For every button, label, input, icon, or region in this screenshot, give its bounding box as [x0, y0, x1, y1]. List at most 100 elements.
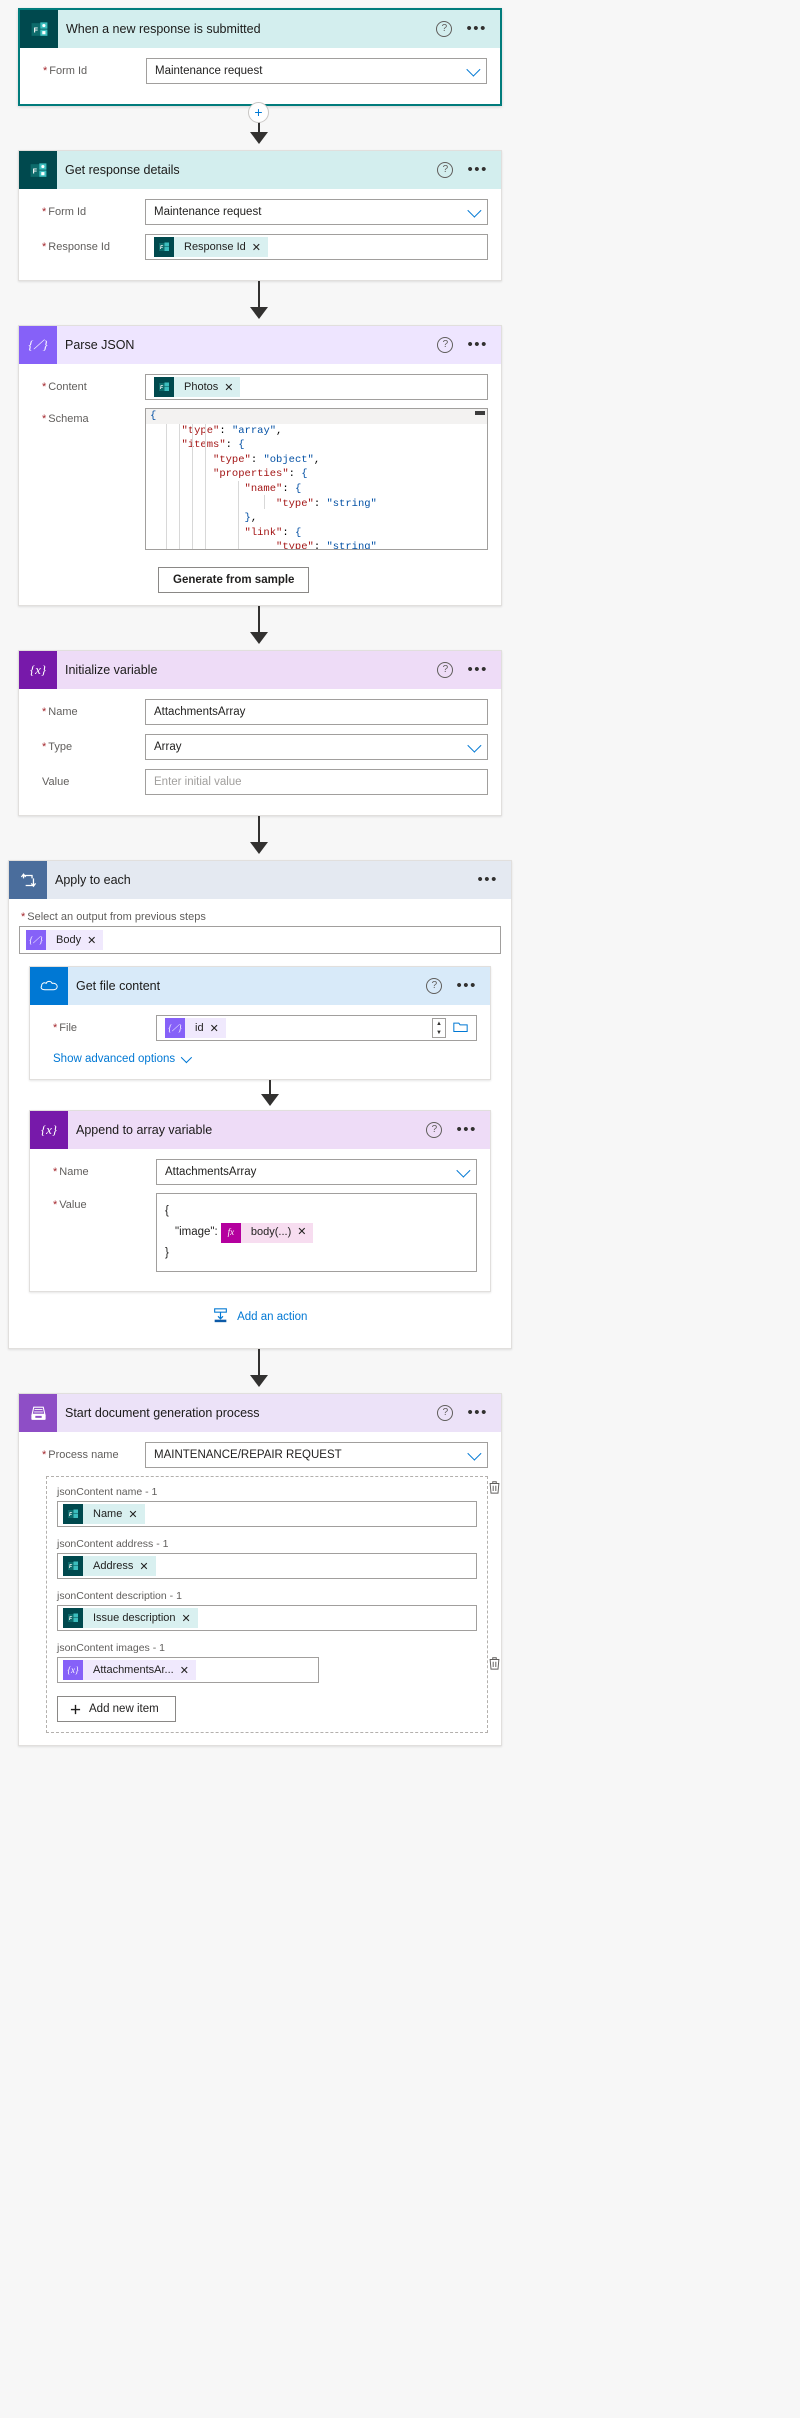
remove-token-icon[interactable]: ✕ [252, 241, 268, 254]
card-get-file-content[interactable]: Get file content ? ••• * File {⟋} id ✕ ▲… [29, 966, 491, 1080]
more-options-icon[interactable]: ••• [456, 978, 477, 993]
svg-text:F: F [33, 26, 38, 34]
delete-icon[interactable] [488, 1656, 501, 1675]
remove-token-icon[interactable]: ✕ [180, 1664, 196, 1677]
dynamic-content-token[interactable]: F Name ✕ [63, 1504, 145, 1524]
append-value-editor[interactable]: { "image": fx body(...) ✕ } [156, 1193, 477, 1272]
help-icon[interactable]: ? [437, 1405, 454, 1421]
card-header[interactable]: {⟋} Parse JSON ? ••• [19, 326, 501, 364]
more-options-icon[interactable]: ••• [456, 1122, 477, 1137]
card-append-to-array-variable[interactable]: {x} Append to array variable ? ••• * Name… [29, 1110, 491, 1292]
json-content-item-input[interactable]: F Address ✕ [57, 1553, 477, 1579]
loop-header-actions: ••• [477, 872, 511, 887]
variable-value-input[interactable]: Enter initial value [145, 769, 488, 795]
show-advanced-options-link[interactable]: Show advanced options [53, 1051, 193, 1065]
process-name-dropdown[interactable]: MAINTENANCE/REPAIR REQUEST [145, 1442, 488, 1468]
scrollbar-thumb[interactable] [475, 411, 485, 415]
chevron-down-icon[interactable] [467, 1446, 482, 1461]
help-icon[interactable]: ? [426, 1122, 443, 1138]
chevron-down-icon[interactable] [456, 1163, 471, 1178]
variable-name-dropdown[interactable]: AttachmentsArray [156, 1159, 477, 1185]
help-icon[interactable]: ? [437, 162, 454, 178]
add-new-item-button[interactable]: Add new item [57, 1696, 176, 1722]
card-title: Initialize variable [65, 663, 158, 677]
more-options-icon[interactable]: ••• [467, 1405, 488, 1420]
file-input[interactable]: {⟋} id ✕ ▲ ▼ [156, 1015, 477, 1041]
generate-from-sample-button[interactable]: Generate from sample [158, 567, 310, 593]
field-type: * Type Array [32, 733, 488, 761]
card-header[interactable]: Start document generation process ? ••• [19, 1394, 501, 1432]
form-id-dropdown[interactable]: Maintenance request [146, 58, 487, 84]
dynamic-content-token[interactable]: F Photos ✕ [154, 377, 241, 397]
forms-glyph: F [30, 162, 46, 177]
card-title: Append to array variable [76, 1123, 213, 1137]
expression-token[interactable]: fx body(...) ✕ [220, 1222, 314, 1243]
remove-token-icon[interactable]: ✕ [87, 934, 103, 947]
code-line: { [146, 409, 487, 424]
file-picker-stepper[interactable]: ▲ ▼ [432, 1018, 446, 1038]
card-body: * File {⟋} id ✕ ▲ ▼ Show advanced option… [30, 1005, 490, 1079]
connector-arrow [250, 842, 268, 854]
remove-token-icon[interactable]: ✕ [182, 1612, 198, 1625]
help-icon[interactable]: ? [437, 337, 454, 353]
variable-glyph: {x} [29, 662, 47, 677]
json-content-item-input[interactable]: F Name ✕ [57, 1501, 477, 1527]
add-an-action-button[interactable]: Add an action [19, 1292, 501, 1332]
remove-token-icon[interactable]: ✕ [297, 1222, 313, 1243]
content-input[interactable]: F Photos ✕ [145, 374, 488, 400]
folder-picker-icon[interactable] [453, 1021, 468, 1036]
variable-name-input[interactable]: AttachmentsArray [145, 699, 488, 725]
remove-token-icon[interactable]: ✕ [128, 1508, 144, 1521]
json-content-item-input[interactable]: {x} AttachmentsAr... ✕ [57, 1657, 319, 1683]
card-header[interactable]: Get file content ? ••• [30, 967, 490, 1005]
field-schema: * Schema { "type": "array", "items": { "t… [32, 408, 488, 550]
card-initialize-variable[interactable]: {x} Initialize variable ? ••• * Name Atta… [18, 650, 502, 816]
card-parse-json[interactable]: {⟋} Parse JSON ? ••• * Content F Photos ✕ [18, 325, 502, 606]
remove-token-icon[interactable]: ✕ [224, 381, 240, 394]
help-icon[interactable]: ? [436, 21, 453, 37]
remove-token-icon[interactable]: ✕ [139, 1560, 155, 1573]
json-content-item-label: jsonContent name - 1 [57, 1486, 158, 1498]
help-icon[interactable]: ? [437, 662, 454, 678]
dynamic-content-token[interactable]: F Issue description ✕ [63, 1608, 198, 1628]
card-header[interactable]: {x} Initialize variable ? ••• [19, 651, 501, 689]
indent-guide [166, 424, 167, 549]
remove-token-icon[interactable]: ✕ [210, 1022, 226, 1035]
more-options-icon[interactable]: ••• [467, 662, 488, 677]
more-options-icon[interactable]: ••• [467, 162, 488, 177]
schema-code-editor[interactable]: { "type": "array", "items": { "type": "o… [145, 408, 488, 550]
form-id-dropdown[interactable]: Maintenance request [145, 199, 488, 225]
more-options-icon[interactable]: ••• [467, 337, 488, 352]
card-header[interactable]: F When a new response is submitted ? ••• [20, 10, 500, 48]
card-get-response-details[interactable]: F Get response details ? ••• * Form Id Ma… [18, 150, 502, 281]
chevron-down-icon[interactable] [466, 62, 481, 77]
card-header[interactable]: {x} Append to array variable ? ••• [30, 1111, 490, 1149]
loop-select-input[interactable]: {⟋} Body ✕ [19, 926, 501, 954]
label-text: Name [59, 1166, 89, 1178]
dynamic-content-token[interactable]: F Address ✕ [63, 1556, 156, 1576]
loop-header[interactable]: Apply to each ••• [9, 861, 511, 899]
microsoft-forms-icon: F [63, 1556, 83, 1576]
dynamic-content-token[interactable]: {⟋} id ✕ [165, 1018, 226, 1038]
chevron-down-icon[interactable]: ▼ [433, 1028, 445, 1037]
json-content-item-input[interactable]: F Issue description ✕ [57, 1605, 477, 1631]
dynamic-content-token[interactable]: F Response Id ✕ [154, 237, 268, 257]
dynamic-content-token[interactable]: {x} AttachmentsAr... ✕ [63, 1660, 196, 1680]
card-header[interactable]: F Get response details ? ••• [19, 151, 501, 189]
variable-type-dropdown[interactable]: Array [145, 734, 488, 760]
insert-step-button[interactable]: + [248, 102, 269, 123]
response-id-input[interactable]: F Response Id ✕ [145, 234, 488, 260]
dynamic-content-token[interactable]: {⟋} Body ✕ [26, 930, 104, 950]
card-start-document-generation-process[interactable]: Start document generation process ? ••• … [18, 1393, 502, 1746]
chevron-down-icon[interactable] [467, 203, 482, 218]
card-when-a-new-response-is-submitted[interactable]: F When a new response is submitted ? •••… [18, 8, 502, 106]
chevron-down-icon[interactable] [467, 738, 482, 753]
help-icon[interactable]: ? [426, 978, 443, 994]
more-options-icon[interactable]: ••• [477, 872, 498, 887]
delete-icon[interactable] [488, 1480, 501, 1499]
card-apply-to-each[interactable]: Apply to each ••• * Select an output from… [8, 860, 512, 1349]
chevron-up-icon[interactable]: ▲ [433, 1019, 445, 1028]
field-form-id: * Form Id Maintenance request [32, 198, 488, 226]
more-options-icon[interactable]: ••• [466, 21, 487, 36]
card-header-actions: ? ••• [426, 978, 490, 994]
